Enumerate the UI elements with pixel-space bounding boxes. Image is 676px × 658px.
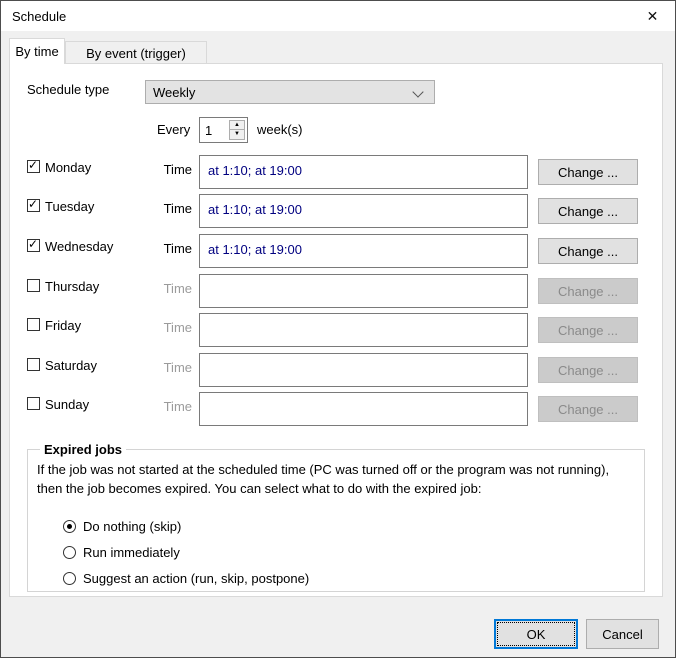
day-row-saturday: Saturday Time Change ... — [10, 353, 664, 387]
schedule-type-label: Schedule type — [27, 82, 110, 97]
day-row-tuesday: ✓ Tuesday Time at 1:10; at 19:00 Change … — [10, 194, 664, 228]
tab-by-time[interactable]: By time — [9, 38, 65, 64]
tuesday-time-input[interactable]: at 1:10; at 19:00 — [199, 194, 528, 228]
wednesday-time-input[interactable]: at 1:10; at 19:00 — [199, 234, 528, 268]
time-label: Time — [163, 241, 192, 256]
schedule-dialog: Schedule ✕ By time By event (trigger) Sc… — [0, 0, 676, 658]
spin-down-icon[interactable]: ▼ — [230, 129, 244, 139]
day-row-monday: ✓ Monday Time at 1:10; at 19:00 Change .… — [10, 155, 664, 189]
monday-checkbox[interactable]: ✓ — [27, 158, 40, 173]
sunday-time-input[interactable] — [199, 392, 528, 426]
radio-label: Suggest an action (run, skip, postpone) — [83, 571, 310, 586]
day-label: Tuesday — [45, 199, 95, 214]
day-label: Friday — [45, 318, 82, 333]
expired-jobs-title: Expired jobs — [40, 442, 127, 457]
every-label: Every — [157, 122, 191, 137]
day-label: Sunday — [45, 397, 90, 412]
friday-time-input[interactable] — [199, 313, 528, 347]
day-row-thursday: Thursday Time Change ... — [10, 274, 664, 308]
tab-label: By event (trigger) — [86, 45, 186, 61]
expired-jobs-group: Expired jobs If the job was not started … — [27, 442, 645, 592]
radio-dot — [67, 524, 72, 529]
schedule-type-value: Weekly — [153, 85, 196, 100]
time-label: Time — [163, 360, 192, 375]
monday-time-input[interactable]: at 1:10; at 19:00 — [199, 155, 528, 189]
tab-by-event[interactable]: By event (trigger) — [65, 41, 207, 64]
spin-buttons: ▲ ▼ — [229, 120, 245, 140]
time-value: at 1:10; at 19:00 — [208, 242, 302, 257]
radio-icon — [63, 546, 76, 559]
saturday-change-button: Change ... — [538, 357, 638, 383]
time-label: Time — [163, 201, 192, 216]
expired-jobs-description: If the job was not started at the schedu… — [37, 462, 610, 496]
ok-button[interactable]: OK — [494, 619, 578, 649]
cancel-button[interactable]: Cancel — [586, 619, 659, 649]
thursday-change-button: Change ... — [538, 278, 638, 304]
day-label: Wednesday — [45, 239, 114, 254]
friday-change-button: Change ... — [538, 317, 638, 343]
chevron-down-icon — [412, 86, 424, 98]
time-label: Time — [163, 320, 192, 335]
schedule-type-select[interactable]: Weekly — [145, 80, 435, 104]
radio-selected-icon — [63, 520, 76, 533]
radio-icon — [63, 572, 76, 585]
weeks-value: 1 — [205, 123, 213, 138]
checkmark-icon: ✓ — [28, 158, 39, 172]
radio-label: Run immediately — [83, 545, 180, 560]
checkmark-icon: ✓ — [28, 197, 39, 211]
close-icon[interactable]: ✕ — [630, 1, 675, 31]
by-time-panel: Schedule type Weekly Every 1 ▲ ▼ week(s)… — [9, 63, 663, 597]
sunday-checkbox[interactable] — [27, 397, 40, 410]
monday-change-button[interactable]: Change ... — [538, 159, 638, 185]
saturday-checkbox[interactable] — [27, 358, 40, 371]
weeks-unit-label: week(s) — [257, 122, 303, 137]
tuesday-change-button[interactable]: Change ... — [538, 198, 638, 224]
saturday-time-input[interactable] — [199, 353, 528, 387]
time-label: Time — [163, 399, 192, 414]
checkmark-icon: ✓ — [28, 237, 39, 251]
day-row-friday: Friday Time Change ... — [10, 313, 664, 347]
tuesday-checkbox[interactable]: ✓ — [27, 197, 40, 212]
time-label: Time — [163, 281, 192, 296]
day-label: Saturday — [45, 358, 98, 373]
day-row-sunday: Sunday Time Change ... — [10, 392, 664, 426]
wednesday-change-button[interactable]: Change ... — [538, 238, 638, 264]
day-label: Thursday — [45, 279, 100, 294]
titlebar: Schedule ✕ — [1, 1, 675, 31]
window-title: Schedule — [12, 9, 67, 24]
wednesday-checkbox[interactable]: ✓ — [27, 237, 40, 252]
thursday-checkbox[interactable] — [27, 279, 40, 292]
sunday-change-button: Change ... — [538, 396, 638, 422]
friday-checkbox[interactable] — [27, 318, 40, 331]
thursday-time-input[interactable] — [199, 274, 528, 308]
day-row-wednesday: ✓ Wednesday Time at 1:10; at 19:00 Chang… — [10, 234, 664, 268]
time-label: Time — [163, 162, 192, 177]
tab-label: By time — [15, 44, 59, 59]
day-label: Monday — [45, 160, 92, 175]
time-value: at 1:10; at 19:00 — [208, 202, 302, 217]
radio-label: Do nothing (skip) — [83, 519, 182, 534]
weeks-stepper[interactable]: 1 ▲ ▼ — [199, 117, 248, 143]
time-value: at 1:10; at 19:00 — [208, 163, 302, 178]
